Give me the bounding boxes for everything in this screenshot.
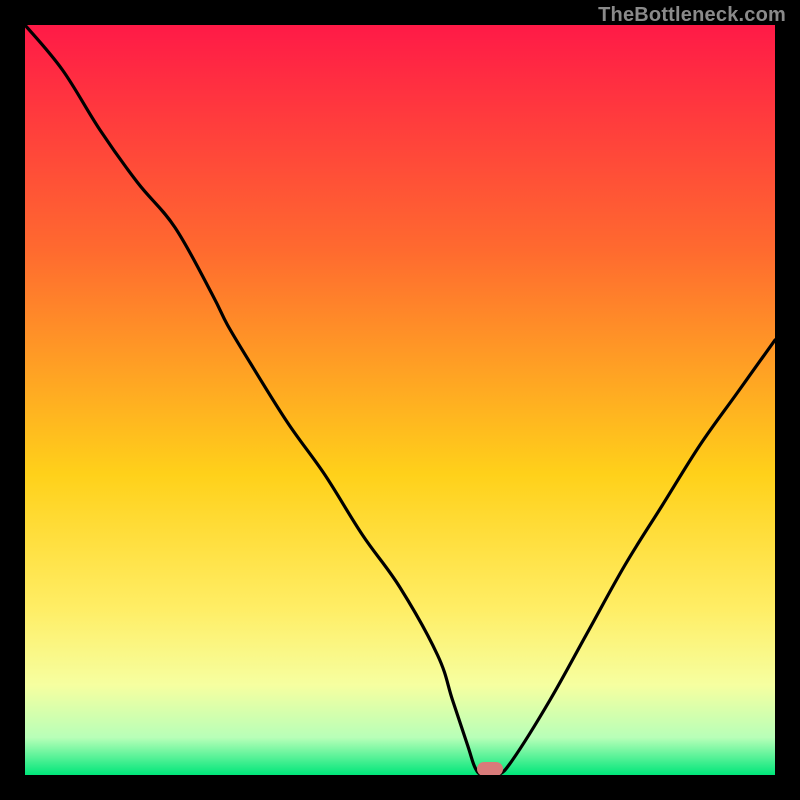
sweet-spot-marker <box>477 762 503 775</box>
plot-area <box>25 25 775 775</box>
watermark-text: TheBottleneck.com <box>598 4 786 27</box>
bottleneck-curve <box>25 25 775 775</box>
chart-frame: TheBottleneck.com <box>0 0 800 800</box>
